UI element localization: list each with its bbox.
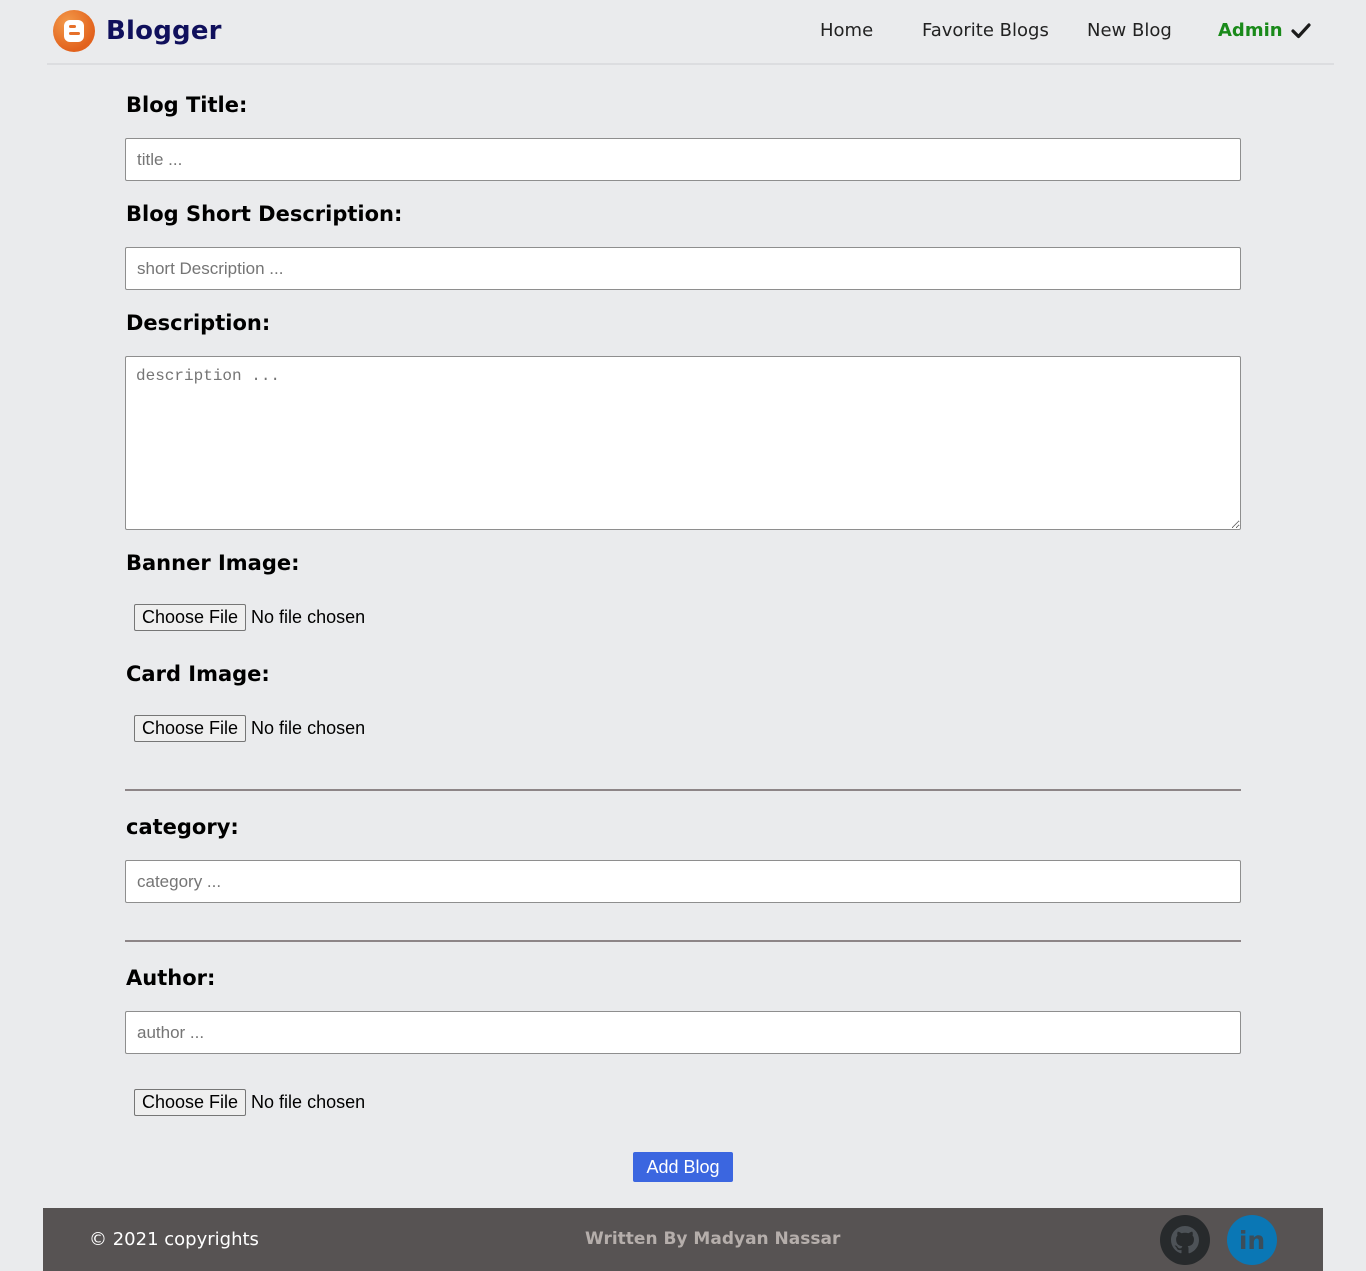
github-icon xyxy=(1171,1226,1199,1254)
blog-title-label: Blog Title: xyxy=(126,93,248,117)
linkedin-link[interactable]: in xyxy=(1227,1215,1277,1265)
blog-title-input[interactable] xyxy=(125,138,1241,181)
file-status: No file chosen xyxy=(251,1092,366,1112)
author-image-file-input[interactable]: Choose File No file chosen xyxy=(134,1089,365,1116)
footer: © 2021 copyrights Written By Madyan Nass… xyxy=(43,1208,1323,1271)
description-textarea[interactable] xyxy=(125,356,1241,530)
written-by: Written By Madyan Nassar xyxy=(585,1229,841,1249)
nav-home[interactable]: Home xyxy=(820,20,873,41)
nav-new-blog[interactable]: New Blog xyxy=(1087,20,1172,41)
linkedin-icon: in xyxy=(1238,1225,1266,1255)
file-status: No file chosen xyxy=(251,718,366,738)
navbar: Blogger Home Favorite Blogs New Blog Adm… xyxy=(47,0,1334,65)
author-label: Author: xyxy=(126,966,216,990)
short-description-input[interactable] xyxy=(125,247,1241,290)
admin-label: Admin xyxy=(1218,20,1283,41)
author-input[interactable] xyxy=(125,1011,1241,1054)
short-description-label: Blog Short Description: xyxy=(126,202,403,226)
add-blog-button[interactable]: Add Blog xyxy=(633,1152,733,1182)
card-image-label: Card Image: xyxy=(126,662,270,686)
banner-image-label: Banner Image: xyxy=(126,551,300,575)
divider xyxy=(125,940,1241,942)
nav-admin[interactable]: Admin xyxy=(1218,20,1311,41)
divider xyxy=(125,789,1241,791)
card-image-file-input[interactable]: Choose File No file chosen xyxy=(134,715,365,742)
description-label: Description: xyxy=(126,311,271,335)
banner-image-file-input[interactable]: Choose File No file chosen xyxy=(134,604,365,631)
github-link[interactable] xyxy=(1160,1215,1210,1265)
choose-file-button[interactable]: Choose File xyxy=(134,604,247,631)
check-icon xyxy=(1290,22,1311,38)
choose-file-button[interactable]: Choose File xyxy=(134,715,247,742)
nav-links: Home Favorite Blogs New Blog Admin xyxy=(47,20,1334,46)
copyright: © 2021 copyrights xyxy=(89,1229,259,1250)
choose-file-button[interactable]: Choose File xyxy=(134,1089,247,1116)
category-input[interactable] xyxy=(125,860,1241,903)
category-label: category: xyxy=(126,815,239,839)
file-status: No file chosen xyxy=(251,607,366,627)
nav-favorite-blogs[interactable]: Favorite Blogs xyxy=(922,20,1049,41)
